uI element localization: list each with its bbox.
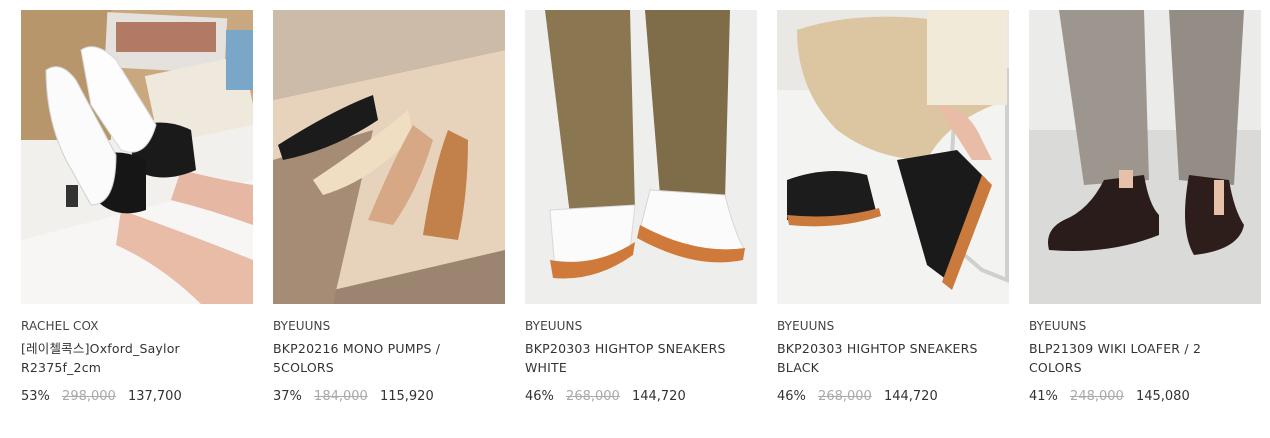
product-title-line2: BLACK bbox=[777, 360, 820, 375]
product-title-line2: 5COLORS bbox=[273, 360, 334, 375]
product-card[interactable]: BYEUUNS BLP21309 WIKI LOAFER / 2 COLORS … bbox=[1029, 10, 1261, 406]
product-title[interactable]: [레이첼콕스]Oxford_Saylor R2375f_2cm bbox=[21, 339, 253, 377]
original-price: 248,000 bbox=[1070, 389, 1124, 404]
product-image-oxford[interactable] bbox=[21, 10, 253, 304]
discount-rate: 37% bbox=[273, 389, 302, 404]
sale-price: 137,700 bbox=[127, 389, 182, 404]
sale-price: 144,720 bbox=[631, 389, 686, 404]
discount-rate: 41% bbox=[1029, 389, 1058, 404]
product-price: 46% 268,000 144,720 bbox=[777, 388, 1009, 406]
product-title[interactable]: BKP20303 HIGHTOP SNEAKERS WHITE bbox=[525, 339, 757, 377]
product-image-loafer[interactable] bbox=[1029, 10, 1261, 304]
product-card[interactable]: BYEUUNS BKP20216 MONO PUMPS / 5COLORS 37… bbox=[273, 10, 505, 406]
product-title-line2: WHITE bbox=[525, 360, 567, 375]
discount-rate: 46% bbox=[525, 389, 554, 404]
original-price: 268,000 bbox=[566, 389, 620, 404]
product-brand: BYEUUNS bbox=[1029, 319, 1087, 333]
product-title-line2: R2375f_2cm bbox=[21, 360, 102, 375]
product-image-pumps[interactable] bbox=[273, 10, 505, 304]
product-brand: RACHEL COX bbox=[21, 319, 99, 333]
product-brand: BYEUUNS bbox=[777, 319, 835, 333]
product-image-white-sneakers[interactable] bbox=[525, 10, 757, 304]
original-price: 184,000 bbox=[314, 389, 368, 404]
sale-price: 115,920 bbox=[379, 389, 434, 404]
product-price: 53% 298,000 137,700 bbox=[21, 388, 253, 406]
product-title-line2: COLORS bbox=[1029, 360, 1082, 375]
product-card[interactable]: RACHEL COX [레이첼콕스]Oxford_Saylor R2375f_2… bbox=[21, 10, 253, 406]
product-title[interactable]: BKP20303 HIGHTOP SNEAKERS BLACK bbox=[777, 339, 1009, 377]
product-card[interactable]: BYEUUNS BKP20303 HIGHTOP SNEAKERS BLACK … bbox=[777, 10, 1009, 406]
product-title-line1: BKP20303 HIGHTOP SNEAKERS bbox=[525, 341, 726, 356]
product-title[interactable]: BKP20216 MONO PUMPS / 5COLORS bbox=[273, 339, 505, 377]
product-card[interactable]: BYEUUNS BKP20303 HIGHTOP SNEAKERS WHITE … bbox=[525, 10, 757, 406]
product-price: 41% 248,000 145,080 bbox=[1029, 388, 1261, 406]
product-title-line1: [레이첼콕스]Oxford_Saylor bbox=[21, 341, 180, 356]
product-image-black-sneakers[interactable] bbox=[777, 10, 1009, 304]
sale-price: 144,720 bbox=[883, 389, 938, 404]
product-brand: BYEUUNS bbox=[273, 319, 331, 333]
discount-rate: 53% bbox=[21, 389, 50, 404]
product-price: 46% 268,000 144,720 bbox=[525, 388, 757, 406]
sale-price: 145,080 bbox=[1135, 389, 1190, 404]
product-title-line1: BKP20216 MONO PUMPS / bbox=[273, 341, 441, 356]
product-title[interactable]: BLP21309 WIKI LOAFER / 2 COLORS bbox=[1029, 339, 1261, 377]
product-price: 37% 184,000 115,920 bbox=[273, 388, 505, 406]
product-title-line1: BLP21309 WIKI LOAFER / 2 bbox=[1029, 341, 1202, 356]
product-title-line1: BKP20303 HIGHTOP SNEAKERS bbox=[777, 341, 978, 356]
product-brand: BYEUUNS bbox=[525, 319, 583, 333]
original-price: 268,000 bbox=[818, 389, 872, 404]
discount-rate: 46% bbox=[777, 389, 806, 404]
original-price: 298,000 bbox=[62, 389, 116, 404]
